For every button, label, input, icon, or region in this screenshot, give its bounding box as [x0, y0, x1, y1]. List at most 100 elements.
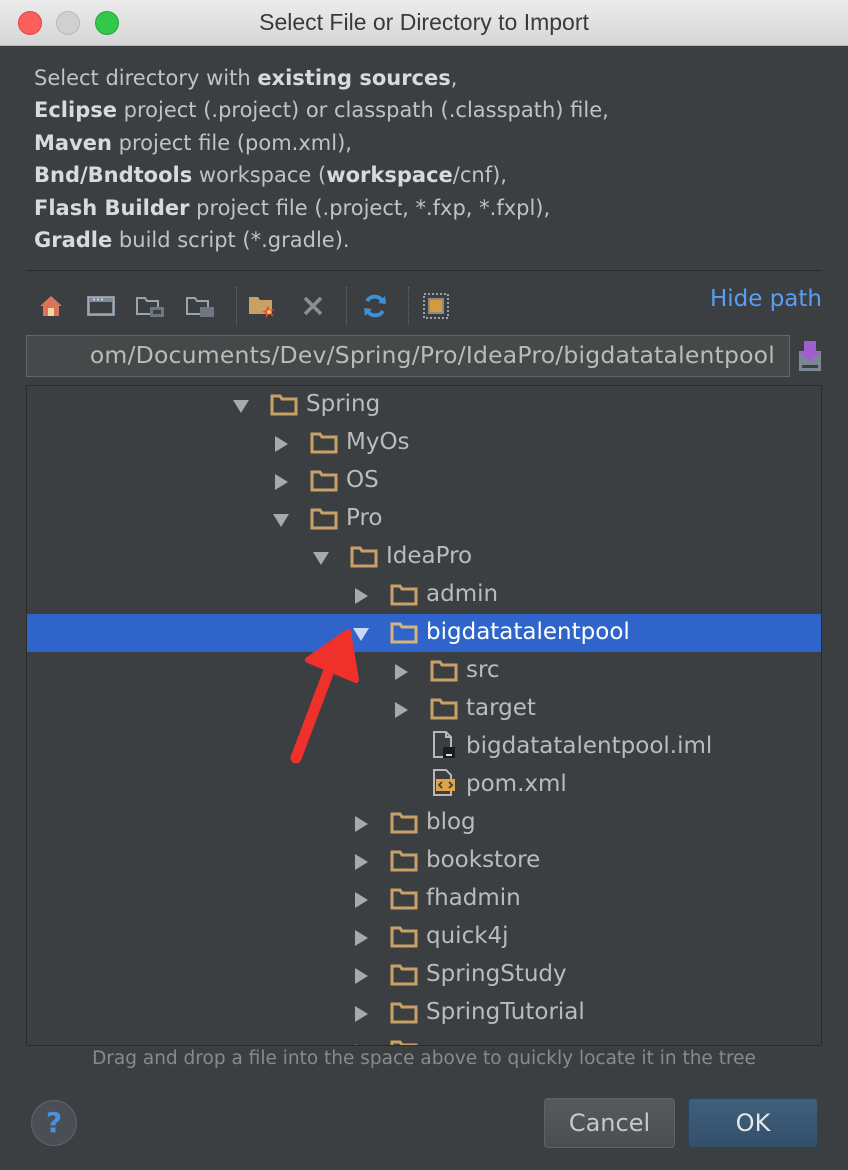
cancel-button[interactable]: Cancel — [544, 1098, 675, 1148]
description-text: , — [450, 66, 458, 90]
tree-row[interactable]: src — [27, 652, 821, 690]
folder-icon — [350, 545, 378, 569]
description-text: project file (pom.xml), — [111, 130, 352, 155]
module-folder-icon[interactable] — [186, 291, 216, 321]
tree-item-label: Spring — [306, 391, 381, 417]
tree-row[interactable] — [27, 1032, 821, 1045]
collapse-arrow-icon[interactable] — [352, 891, 370, 909]
folder-icon — [430, 659, 458, 683]
folder-icon — [390, 849, 418, 873]
folder-icon — [430, 697, 458, 721]
description-line: Select directory with existing sources, — [34, 62, 609, 94]
tree-item-label: bookstore — [426, 847, 541, 873]
tree-item-label: admin — [426, 581, 499, 607]
desktop-icon[interactable] — [86, 291, 116, 321]
tree-row[interactable]: fhadmin — [27, 880, 821, 918]
tree-item-label: src — [466, 657, 500, 683]
folder-icon — [310, 507, 338, 531]
tree-row[interactable]: Pro — [27, 500, 821, 538]
description-text: project (.project) or classpath (.classp… — [116, 98, 609, 123]
description-text: Select directory with — [34, 66, 258, 90]
tree-item-label: MyOs — [346, 429, 410, 455]
path-input-text: om/Documents/Dev/Spring/Pro/IdeaPro/bigd… — [89, 341, 775, 369]
toolbar-separator — [346, 287, 348, 325]
description-keyword: existing sources — [257, 66, 451, 90]
xml-file-icon — [430, 769, 458, 796]
toolbar-separator — [408, 287, 410, 325]
expand-arrow-icon[interactable] — [232, 397, 250, 415]
ok-button[interactable]: OK — [688, 1098, 818, 1148]
description-keyword: Gradle — [34, 228, 113, 253]
description-keyword: Maven — [34, 130, 112, 155]
tree-row[interactable]: target — [27, 690, 821, 728]
tree-row[interactable]: SpringTutorial — [27, 994, 821, 1032]
help-button[interactable]: ? — [31, 1100, 77, 1146]
tree-row[interactable]: pom.xml — [27, 766, 821, 804]
delete-icon[interactable] — [298, 291, 328, 321]
tree-row[interactable]: bookstore — [27, 842, 821, 880]
collapse-arrow-icon[interactable] — [352, 1043, 370, 1045]
collapse-arrow-icon[interactable] — [352, 587, 370, 605]
description-line: Eclipse project (.project) or classpath … — [34, 94, 609, 126]
tree-row[interactable]: blog — [27, 804, 821, 842]
folder-icon — [390, 583, 418, 607]
collapse-arrow-icon[interactable] — [352, 1005, 370, 1023]
hide-path-link[interactable]: Hide path — [710, 286, 822, 312]
iml-file-icon — [430, 731, 458, 758]
tree-item-label: IdeaPro — [386, 543, 473, 569]
collapse-arrow-icon[interactable] — [272, 435, 290, 453]
tree-item-label: OS — [346, 467, 379, 493]
tree-row[interactable]: IdeaPro — [27, 538, 821, 576]
collapse-arrow-icon[interactable] — [392, 663, 410, 681]
tree-item-label: pom.xml — [466, 771, 567, 797]
expand-arrow-icon[interactable] — [352, 625, 370, 643]
description-text: /cnf), — [452, 163, 507, 188]
description-keyword: Eclipse — [34, 98, 117, 123]
download-path-icon[interactable] — [796, 339, 824, 373]
description-text: build script (*.gradle). — [112, 228, 350, 253]
collapse-arrow-icon[interactable] — [352, 815, 370, 833]
collapse-arrow-icon[interactable] — [352, 967, 370, 985]
path-input[interactable]: om/Documents/Dev/Spring/Pro/IdeaPro/bigd… — [26, 335, 790, 377]
tree-row[interactable]: SpringStudy — [27, 956, 821, 994]
tree-row[interactable]: MyOs — [27, 424, 821, 462]
tree-row[interactable]: quick4j — [27, 918, 821, 956]
tree-row[interactable]: bigdatatalentpool.iml — [27, 728, 821, 766]
tree-row[interactable]: Spring — [27, 386, 821, 424]
import-description: Select directory with existing sources, E… — [34, 62, 609, 256]
show-hidden-icon[interactable] — [421, 291, 451, 321]
description-keyword: workspace — [326, 163, 453, 188]
collapse-arrow-icon[interactable] — [352, 929, 370, 947]
toolbar-separator — [236, 287, 238, 325]
tree-row[interactable]: OS — [27, 462, 821, 500]
collapse-arrow-icon[interactable] — [272, 473, 290, 491]
expand-arrow-icon[interactable] — [312, 549, 330, 567]
tree-item-label: blog — [426, 809, 476, 835]
project-folder-icon[interactable] — [136, 291, 166, 321]
folder-icon — [310, 469, 338, 493]
separator — [26, 270, 822, 271]
tree-row[interactable]: admin — [27, 576, 821, 614]
refresh-icon[interactable] — [360, 291, 390, 321]
description-line: Maven project file (pom.xml), — [34, 127, 609, 159]
file-tree[interactable]: Spring MyOs OS Pro IdeaPro admin bigdatatalent… — [26, 385, 822, 1046]
tree-item-label: SpringStudy — [426, 961, 567, 987]
collapse-arrow-icon[interactable] — [352, 853, 370, 871]
drag-drop-hint: Drag and drop a file into the space abov… — [92, 1048, 756, 1069]
home-icon[interactable] — [36, 291, 66, 321]
file-chooser-toolbar: Hide path — [26, 283, 822, 329]
title-bar: Select File or Directory to Import — [0, 0, 848, 46]
folder-icon — [390, 621, 418, 645]
folder-icon — [390, 925, 418, 949]
tree-item-label: target — [466, 695, 536, 721]
tree-item-label: quick4j — [426, 923, 509, 949]
new-folder-icon[interactable] — [248, 291, 278, 321]
folder-icon — [390, 1039, 418, 1045]
tree-row-selected[interactable]: bigdatatalentpool — [27, 614, 821, 652]
collapse-arrow-icon[interactable] — [392, 701, 410, 719]
description-text: workspace ( — [192, 163, 327, 188]
description-line: Gradle build script (*.gradle). — [34, 224, 609, 256]
folder-icon — [390, 963, 418, 987]
tree-item-label: bigdatatalentpool.iml — [466, 733, 713, 759]
expand-arrow-icon[interactable] — [272, 511, 290, 529]
